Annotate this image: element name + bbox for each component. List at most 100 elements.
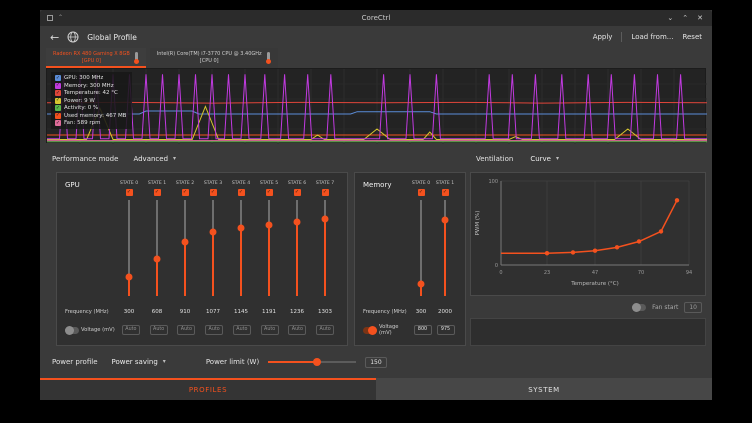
reset-button[interactable]: Reset bbox=[682, 33, 702, 41]
voltage-cell: Auto bbox=[145, 325, 173, 335]
state-frequency-slider[interactable] bbox=[283, 197, 311, 299]
legend-checkbox[interactable]: ✓ bbox=[55, 120, 61, 126]
gpu-states: STATE 0✓STATE 1✓STATE 2✓STATE 3✓STATE 4✓… bbox=[115, 181, 339, 299]
state-checkbox[interactable]: ✓ bbox=[210, 189, 217, 196]
power-profile-label: Power profile bbox=[52, 358, 98, 366]
state-frequency-slider[interactable] bbox=[227, 197, 255, 299]
legend-item[interactable]: ✓Used memory: 467 MB bbox=[55, 113, 126, 119]
state-checkbox[interactable]: ✓ bbox=[418, 189, 425, 196]
legend-item[interactable]: ✓GPU: 300 MHz bbox=[55, 75, 126, 81]
shade-icon[interactable]: ⌃ bbox=[58, 15, 63, 21]
state-label: STATE 6 bbox=[288, 181, 306, 186]
slider-handle[interactable] bbox=[182, 238, 189, 245]
state-checkbox[interactable]: ✓ bbox=[294, 189, 301, 196]
power-limit-input[interactable]: 150 bbox=[365, 357, 386, 368]
power-profile-dropdown[interactable]: Power saving ▾ bbox=[107, 356, 171, 368]
voltage-value[interactable]: Auto bbox=[122, 325, 140, 335]
slider-handle[interactable] bbox=[418, 280, 425, 287]
legend-checkbox[interactable]: ✓ bbox=[55, 98, 61, 104]
slider-fill bbox=[268, 222, 270, 296]
state-checkbox[interactable]: ✓ bbox=[182, 189, 189, 196]
voltage-value[interactable]: 975 bbox=[437, 325, 455, 335]
slider-handle[interactable] bbox=[126, 274, 133, 281]
state-column: STATE 5 ✓ bbox=[255, 181, 283, 299]
fan-mode-dropdown[interactable]: Curve ▾ bbox=[525, 153, 564, 165]
legend-item[interactable]: ✓Activity: 0 % bbox=[55, 105, 126, 111]
monitor-chart[interactable] bbox=[47, 69, 707, 144]
slider-handle[interactable] bbox=[322, 215, 329, 222]
svg-text:23: 23 bbox=[544, 270, 550, 276]
footer-tabbar: PROFILES SYSTEM bbox=[40, 378, 712, 400]
state-checkbox[interactable]: ✓ bbox=[266, 189, 273, 196]
load-from-button[interactable]: Load from... bbox=[631, 33, 673, 41]
fan-start-input[interactable]: 10 bbox=[684, 302, 702, 313]
slider-fill bbox=[444, 217, 446, 296]
voltage-cell: Auto bbox=[200, 325, 228, 335]
legend-item[interactable]: ✓Temperature: 42 °C bbox=[55, 90, 126, 96]
state-checkbox[interactable]: ✓ bbox=[238, 189, 245, 196]
voltage-cell: Auto bbox=[256, 325, 284, 335]
state-frequency-slider[interactable] bbox=[143, 197, 171, 299]
gpu-voltage-toggle[interactable] bbox=[65, 327, 79, 334]
voltage-value[interactable]: Auto bbox=[261, 325, 279, 335]
back-button[interactable]: ← bbox=[50, 32, 59, 43]
legend-checkbox[interactable]: ✓ bbox=[55, 90, 61, 96]
svg-text:Temperature (°C): Temperature (°C) bbox=[570, 281, 618, 287]
slider-handle[interactable] bbox=[294, 219, 301, 226]
slider-handle[interactable] bbox=[210, 228, 217, 235]
monitor-legend: ✓GPU: 300 MHz ✓Memory: 300 MHz✓Temperatur… bbox=[51, 72, 132, 129]
legend-checkbox[interactable]: ✓ bbox=[55, 113, 61, 119]
close-icon[interactable]: ✕ bbox=[697, 14, 703, 22]
tab-cpu0[interactable]: Intel(R) Core(TM) i7-3770 CPU @ 3.40GHz … bbox=[150, 48, 278, 68]
voltage-value[interactable]: 800 bbox=[414, 325, 432, 335]
legend-item[interactable]: ✓Fan: 589 rpm bbox=[55, 120, 126, 126]
fan-curve-chart[interactable]: 0234770940100Temperature (°C)PWM (%) bbox=[471, 173, 705, 295]
legend-checkbox[interactable]: ✓ bbox=[55, 83, 61, 89]
slider-handle[interactable] bbox=[238, 224, 245, 231]
state-frequency-slider[interactable] bbox=[409, 197, 433, 299]
voltage-value[interactable]: Auto bbox=[205, 325, 223, 335]
frequency-value: 608 bbox=[143, 309, 171, 315]
state-frequency-slider[interactable] bbox=[115, 197, 143, 299]
tab-gpu0[interactable]: Radeon RX 480 Gaming X 8GB [GPU 0] bbox=[46, 48, 146, 68]
state-checkbox[interactable]: ✓ bbox=[442, 189, 449, 196]
voltage-value[interactable]: Auto bbox=[288, 325, 306, 335]
state-frequency-slider[interactable] bbox=[311, 197, 339, 299]
performance-mode-dropdown[interactable]: Advanced ▾ bbox=[128, 153, 181, 165]
voltage-value[interactable]: Auto bbox=[233, 325, 251, 335]
legend-item[interactable]: ✓Power: 9 W bbox=[55, 98, 126, 104]
state-checkbox[interactable]: ✓ bbox=[154, 189, 161, 196]
maximize-icon[interactable]: ⌃ bbox=[682, 14, 688, 22]
slider-handle[interactable] bbox=[442, 216, 449, 223]
state-label: STATE 5 bbox=[260, 181, 278, 186]
voltage-value[interactable]: Auto bbox=[177, 325, 195, 335]
state-checkbox[interactable]: ✓ bbox=[322, 189, 329, 196]
slider-handle[interactable] bbox=[154, 256, 161, 263]
minimize-icon[interactable]: ⌄ bbox=[667, 14, 673, 22]
state-label: STATE 3 bbox=[204, 181, 222, 186]
legend-label: Activity: 0 % bbox=[64, 105, 98, 111]
legend-checkbox[interactable]: ✓ bbox=[55, 75, 61, 81]
titlebar[interactable]: ⌃ CoreCtrl ⌄ ⌃ ✕ bbox=[40, 10, 712, 26]
voltage-value[interactable]: Auto bbox=[316, 325, 334, 335]
monitor-graph[interactable]: ✓GPU: 300 MHz ✓Memory: 300 MHz✓Temperatur… bbox=[46, 68, 706, 143]
legend-checkbox[interactable]: ✓ bbox=[55, 105, 61, 111]
slider-handle[interactable] bbox=[266, 222, 273, 229]
window-menu-icon[interactable] bbox=[47, 15, 53, 21]
legend-label: Fan: 589 rpm bbox=[64, 120, 100, 126]
state-frequency-slider[interactable] bbox=[255, 197, 283, 299]
state-frequency-slider[interactable] bbox=[199, 197, 227, 299]
tab-system[interactable]: SYSTEM bbox=[376, 378, 712, 400]
fan-start-toggle[interactable] bbox=[632, 304, 646, 311]
voltage-value[interactable]: Auto bbox=[150, 325, 168, 335]
state-frequency-slider[interactable] bbox=[171, 197, 199, 299]
legend-item[interactable]: ✓Memory: 300 MHz bbox=[55, 83, 126, 89]
state-column: STATE 1✓ bbox=[143, 181, 171, 299]
tab-profiles[interactable]: PROFILES bbox=[40, 378, 376, 400]
apply-button[interactable]: Apply bbox=[593, 33, 613, 41]
state-frequency-slider[interactable] bbox=[433, 197, 457, 299]
state-checkbox[interactable]: ✓ bbox=[126, 189, 133, 196]
slider-handle[interactable] bbox=[313, 358, 321, 366]
power-limit-slider[interactable] bbox=[268, 357, 356, 367]
memory-voltage-toggle[interactable] bbox=[363, 327, 377, 334]
